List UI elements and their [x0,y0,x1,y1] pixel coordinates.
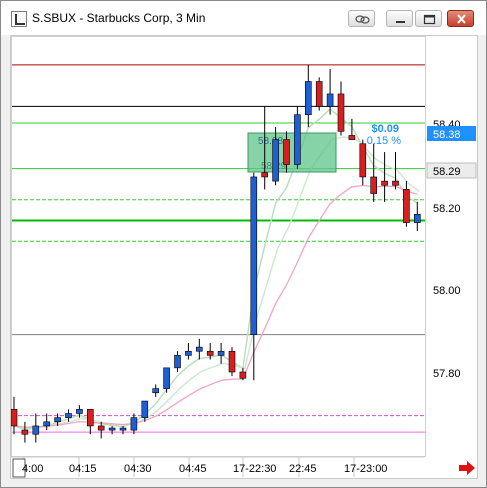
candle-body [21,429,29,435]
time-label: 04:45 [179,463,207,475]
scroll-right-arrow-icon[interactable] [459,461,475,475]
link-icon [355,15,370,24]
maximize-icon [423,14,436,25]
candle-body [239,371,247,379]
candle-body [403,189,410,223]
candle-body [206,350,214,356]
candle-body [87,409,94,427]
window-title: S.SBUX - Starbucks Corp, 3 Min [32,11,206,25]
time-label: 04:30 [124,463,152,475]
candle-body [141,400,149,418]
candle-body [217,350,225,356]
candle-body [54,417,61,423]
second-price-label: 58.29 [433,166,461,178]
candle-body [337,93,345,132]
candle-body [185,350,192,356]
close-icon [457,14,466,24]
link-button[interactable] [348,10,375,27]
minimize-icon [396,21,405,23]
candle[interactable] [315,77,323,111]
candle-body [326,93,334,107]
candle-body [108,427,116,431]
candle-body [381,180,388,186]
candle-body [250,176,258,335]
time-label: 04:15 [69,463,97,475]
price-tick: 58.20 [433,203,461,215]
candle-body [272,139,279,182]
time-label: 4:00 [22,463,43,475]
candle-body [76,409,83,414]
candle-body [304,81,312,116]
candle-body [196,346,203,352]
candle-body [65,413,72,418]
pl-value: $0.09 [371,123,399,135]
chart-app-icon [11,11,27,27]
candle-body [228,350,236,373]
candle-body [294,114,301,165]
candle[interactable] [294,106,301,169]
chart-window: S.SBUX - Starbucks Corp, 3 Min 58.38 $0.… [0,0,487,488]
price-axis[interactable]: 58.40 58.20 58.00 57.80 58.38 58.29 [426,119,477,380]
candle-body [10,409,18,427]
price-tick: 58.00 [433,285,461,297]
candle-body [370,176,378,194]
time-label: 17-23:00 [344,463,387,475]
plot-pane [11,36,426,457]
close-button[interactable] [447,10,474,27]
candle-body [348,135,356,140]
chart-area[interactable]: 58.38 58.29 $0.09 0.15 % 58.40 58.20 58.… [10,35,478,479]
price-chart[interactable]: 58.38 58.29 $0.09 0.15 % 58.40 58.20 58.… [10,36,477,478]
candle-body [413,214,421,223]
candle-body [315,81,323,107]
maximize-button[interactable] [415,10,442,27]
price-tick: 57.80 [433,368,461,380]
candle-body [163,367,170,389]
candle-body [32,425,40,435]
candle-body [130,417,138,431]
candle-body [119,427,127,431]
candle-body [283,139,290,165]
candle[interactable] [228,347,236,377]
candle-body [359,143,367,178]
entry-price-label: 58.38 [258,136,283,147]
time-axis[interactable]: 4:00 04:15 04:30 04:45 17-22:30 22:45 17… [11,456,425,478]
candle-body [392,180,399,186]
candle-body [261,172,268,178]
minimize-button[interactable] [386,10,413,27]
title-bar[interactable]: S.SBUX - Starbucks Corp, 3 Min [1,1,486,35]
time-label: 22:45 [289,463,317,475]
candle-body [43,421,51,427]
candle-body [152,388,159,394]
current-price-label: 58.38 [433,129,461,141]
candle-body [174,355,181,369]
candle-body [97,425,105,431]
time-label: 17-22:30 [233,463,276,475]
pl-percent: 0.15 % [367,135,401,147]
